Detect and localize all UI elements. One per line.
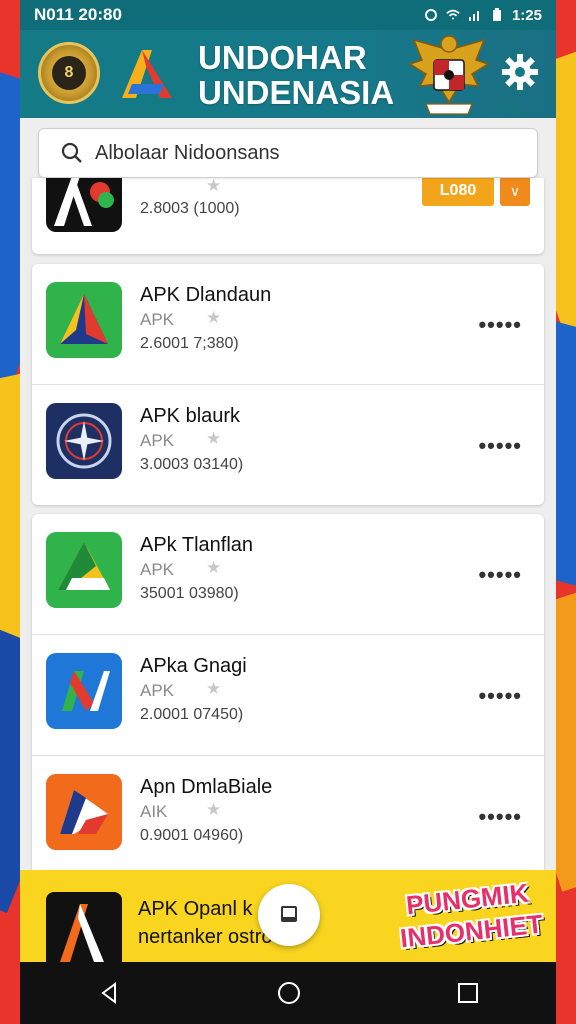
- list-item[interactable]: APK blaurk APK ★ 3.0003 03140) •••••: [32, 385, 544, 505]
- more-options-icon[interactable]: •••••: [478, 433, 522, 459]
- app-type: AIK: [140, 802, 168, 821]
- download-badge-button[interactable]: L080: [422, 178, 494, 206]
- tablet-icon: [281, 906, 297, 922]
- app-icon: [46, 532, 122, 608]
- app-icon: [46, 774, 122, 850]
- search-icon: [61, 142, 82, 163]
- app-title-line1: UNDOHAR: [198, 39, 367, 76]
- rating-star-icon: ★: [206, 178, 222, 195]
- app-name: APka Gnagi: [140, 655, 247, 677]
- list-item[interactable]: APka Gnagi APK ★ 2.0001 07450) •••••: [32, 635, 544, 756]
- app-title: UNDOHAR UNDENASIA: [198, 40, 394, 110]
- app-type: APK: [140, 310, 175, 329]
- app-icon: [46, 282, 122, 358]
- banner-app-icon: [46, 892, 122, 962]
- banner-title: APK Opanl k: [138, 898, 253, 920]
- home-icon[interactable]: [276, 980, 302, 1006]
- more-options-icon[interactable]: •••••: [478, 804, 522, 830]
- app-card-2: APk Tlanflan APK ★ 35001 03980) ••••• AP…: [32, 514, 544, 876]
- list-item-partial[interactable]: ★ 2.8003 (1000) L080 ∨: [32, 178, 544, 254]
- more-options-icon[interactable]: •••••: [478, 312, 522, 338]
- more-options-icon[interactable]: •••••: [478, 683, 522, 709]
- garuda-emblem-icon: [408, 35, 490, 115]
- wifi-icon: [446, 9, 460, 20]
- app-name: Apn DmlaBiale: [140, 776, 273, 798]
- rating-star-icon: ★: [206, 308, 222, 327]
- app-card-1: APK Dlandaun APK ★ 2.6001 7;380) ••••• A…: [32, 264, 544, 505]
- status-bar: N011 20:80 1:25: [20, 0, 556, 30]
- app-meta: 2.6001 7;380): [140, 335, 239, 352]
- app-name: APk Tlanflan: [140, 534, 254, 556]
- rating-star-icon: ★: [206, 800, 222, 819]
- app-meta: 2.8003 (1000): [140, 200, 240, 217]
- list-item[interactable]: Apn DmlaBiale AIK ★ 0.9001 04960) •••••: [32, 756, 544, 876]
- recents-icon[interactable]: [457, 982, 479, 1004]
- app-meta: 3.0003 03140): [140, 456, 244, 473]
- app-type: APK: [140, 560, 175, 579]
- rating-star-icon: ★: [206, 429, 222, 448]
- banner-promo-graphic: PUNGMIK INDONHIET: [394, 878, 554, 958]
- app-icon: [46, 403, 122, 479]
- signal-icon: [468, 11, 479, 21]
- app-meta: 0.9001 04960): [140, 827, 244, 844]
- search-bar[interactable]: Albolaar Nidoonsans: [38, 128, 538, 178]
- app-title-line2: UNDENASIA: [198, 74, 395, 111]
- floating-action-button[interactable]: [258, 884, 320, 946]
- app-icon: [46, 653, 122, 729]
- app-meta: 35001 03980): [140, 585, 239, 602]
- back-icon[interactable]: [97, 981, 121, 1005]
- settings-gear-icon[interactable]: [500, 52, 540, 92]
- app-name: APK Dlandaun: [140, 284, 272, 306]
- app-icon: [46, 178, 122, 232]
- emblem-logo[interactable]: 8: [38, 42, 100, 104]
- rating-star-icon: ★: [206, 679, 222, 698]
- system-nav-bar: [20, 962, 556, 1024]
- app-meta: 2.0001 07450): [140, 706, 244, 723]
- alarm-icon: [424, 9, 437, 21]
- status-clock: 1:25: [511, 6, 542, 24]
- list-item[interactable]: APK Dlandaun APK ★ 2.6001 7;380) •••••: [32, 264, 544, 385]
- list-item[interactable]: APk Tlanflan APK ★ 35001 03980) •••••: [32, 514, 544, 635]
- search-input[interactable]: Albolaar Nidoonsans: [95, 142, 280, 165]
- chevron-down-icon[interactable]: ∨: [500, 178, 530, 206]
- app-type: APK: [140, 431, 175, 450]
- emblem-figure-icon: 8: [52, 56, 86, 90]
- app-header: 8 UNDOHAR UNDENASIA: [20, 30, 556, 118]
- battery-icon: [492, 8, 501, 21]
- status-time: N011 20:80: [34, 5, 122, 24]
- app-list-panel: ★ 2.8003 (1000) L080 ∨ Albolaar Nidoonsa…: [20, 118, 556, 972]
- app-logo-icon: [116, 44, 178, 104]
- more-options-icon[interactable]: •••••: [478, 562, 522, 588]
- rating-star-icon: ★: [206, 558, 222, 577]
- app-name: APK blaurk: [140, 405, 241, 427]
- app-type: APK: [140, 681, 175, 700]
